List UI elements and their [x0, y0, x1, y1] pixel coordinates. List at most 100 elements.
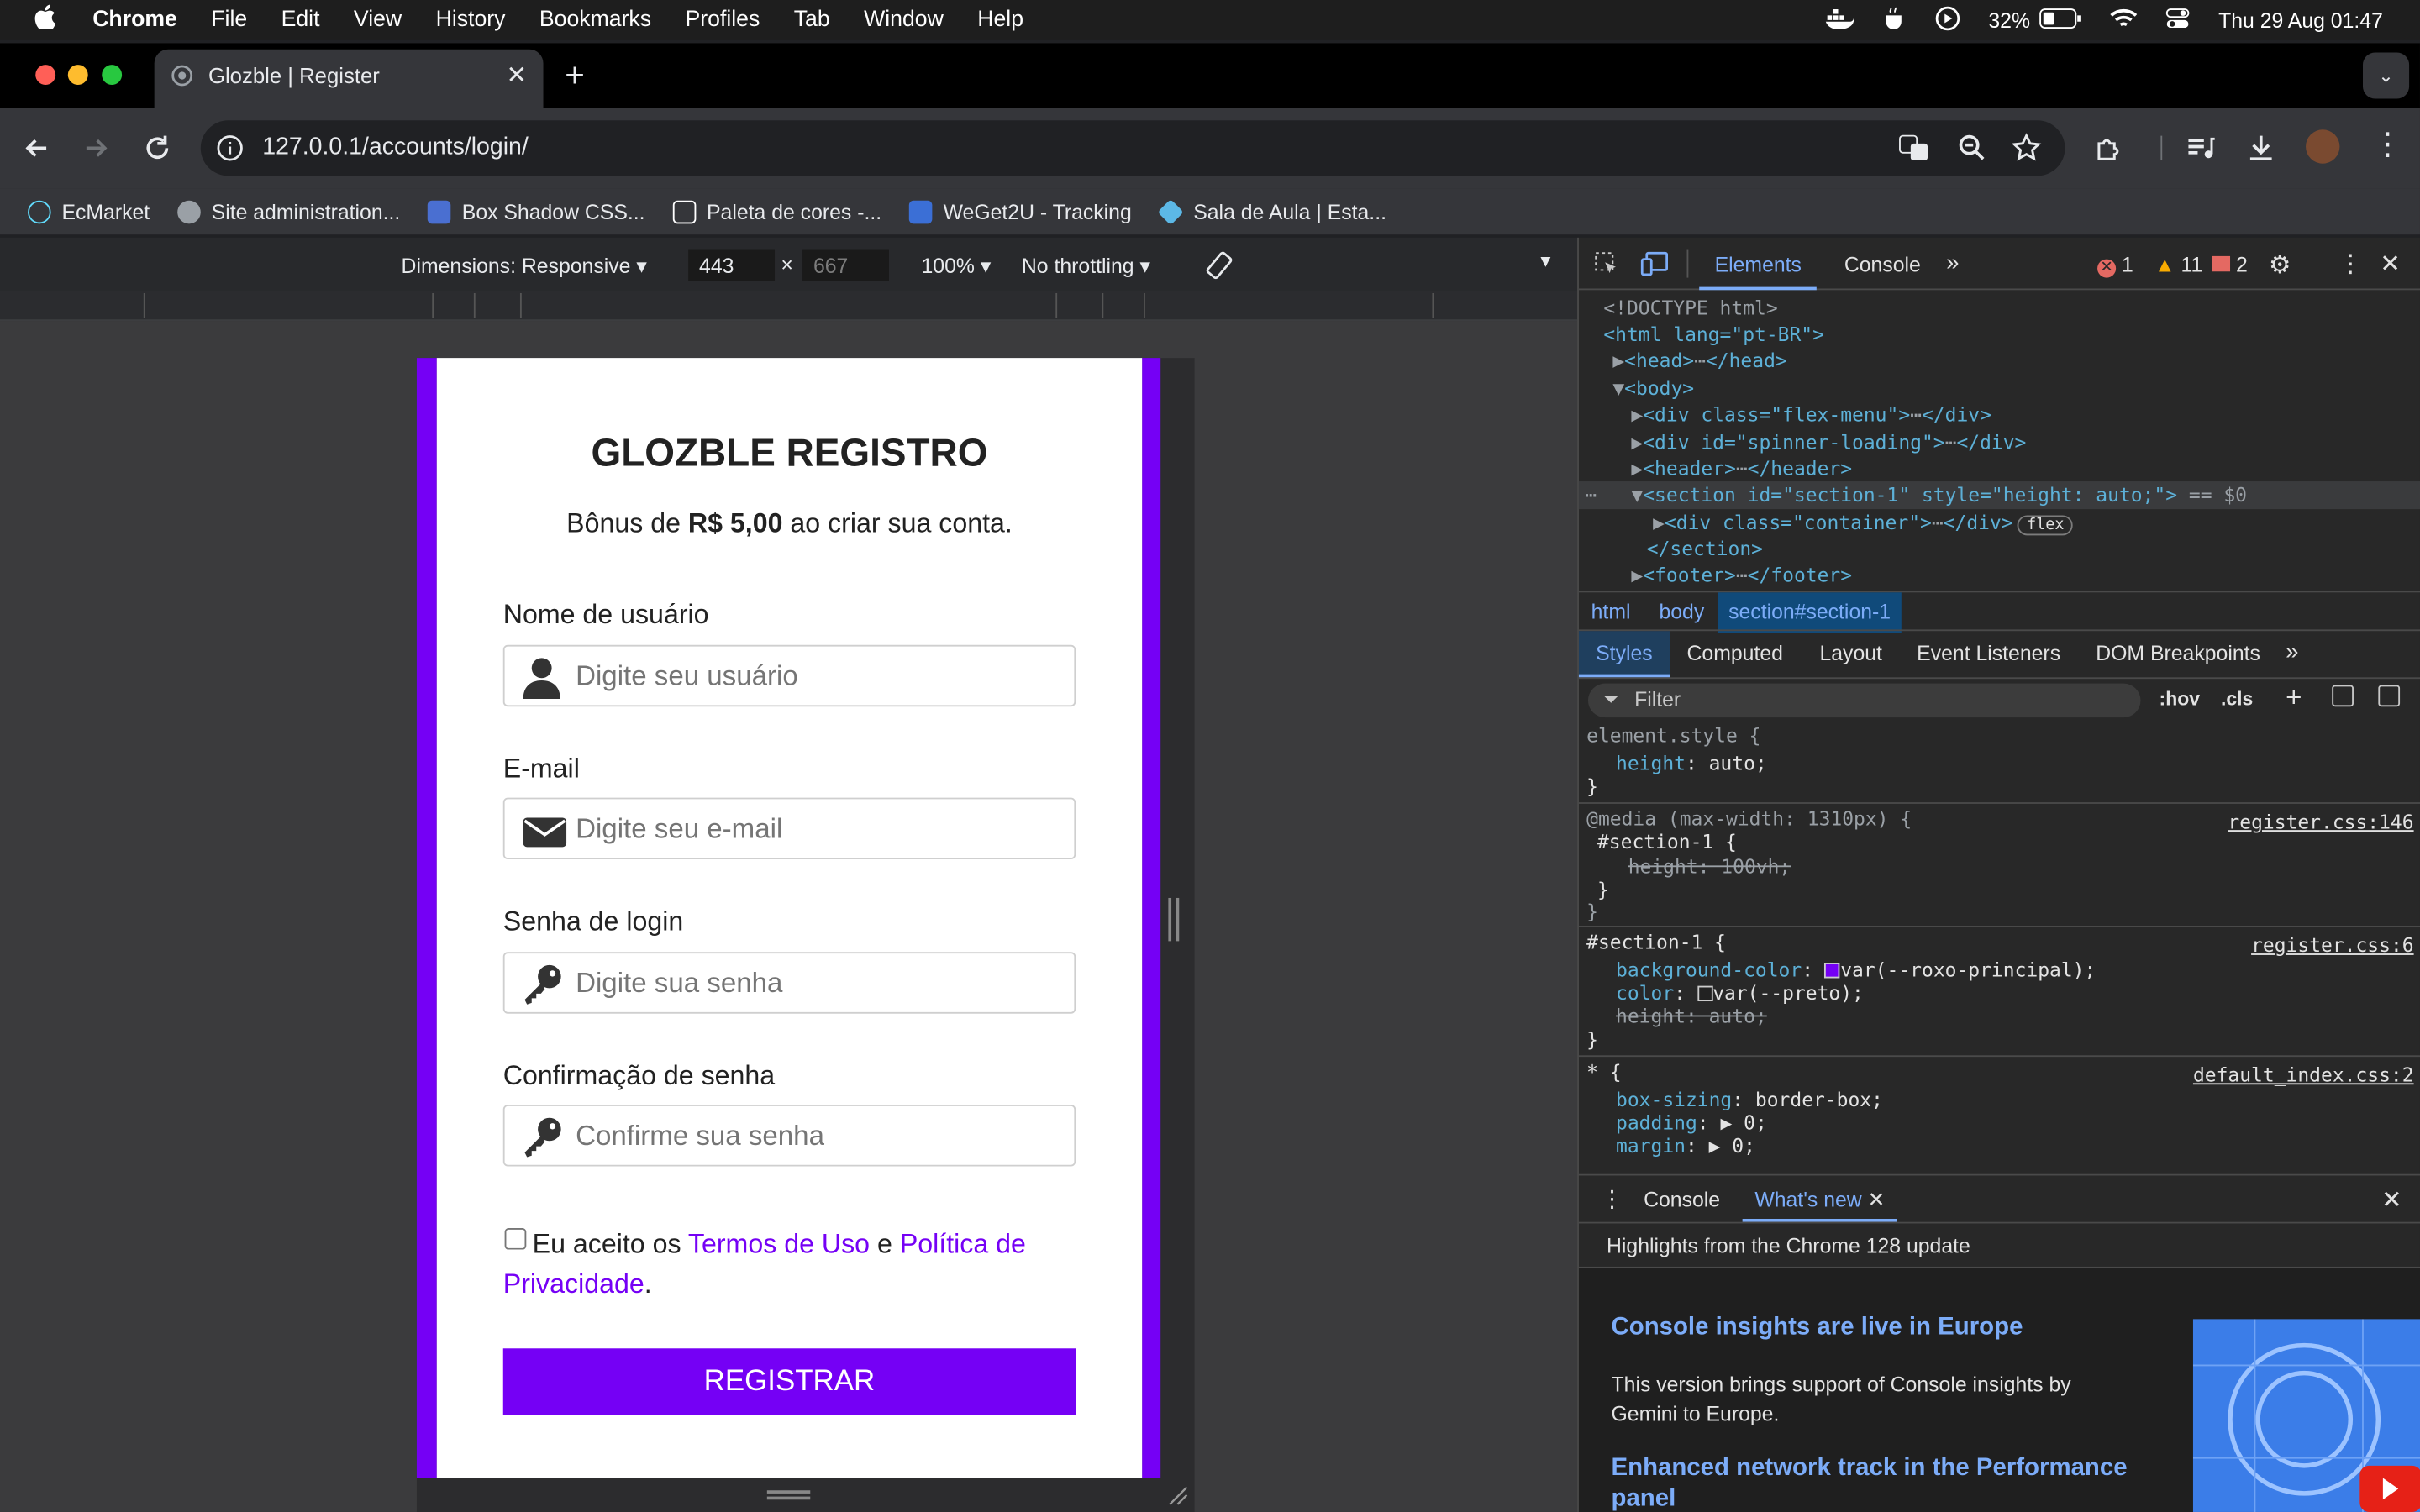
- breadcrumb-html[interactable]: html: [1591, 600, 1631, 623]
- menu-window[interactable]: Window: [864, 8, 944, 32]
- confirm-password-field[interactable]: [502, 1105, 1076, 1167]
- cls-toggle[interactable]: .cls: [2221, 688, 2253, 710]
- color-swatch-black[interactable]: [1697, 985, 1713, 1002]
- device-toggle-icon[interactable]: [1640, 251, 1669, 281]
- warning-count[interactable]: ▲ 11: [2154, 253, 2202, 276]
- rule-color-decl[interactable]: color: var(--preto);: [1616, 981, 1864, 1005]
- tab-console[interactable]: Console: [1844, 253, 1921, 276]
- drawer-tab-whats-new[interactable]: What's new ✕: [1742, 1176, 1898, 1222]
- site-info-icon[interactable]: [216, 134, 244, 170]
- issues-count[interactable]: 2: [2211, 253, 2248, 276]
- breadcrumb-body[interactable]: body: [1659, 600, 1704, 623]
- resize-corner-icon[interactable]: [1167, 1484, 1189, 1512]
- tab-layout[interactable]: Layout: [1819, 642, 1881, 665]
- resize-bottom-handle[interactable]: [766, 1490, 811, 1494]
- more-style-tabs-icon[interactable]: »: [2286, 638, 2298, 664]
- tab-search-chevron-icon[interactable]: ⌄: [2362, 52, 2410, 99]
- more-tabs-icon[interactable]: »: [1946, 250, 1959, 276]
- dom-container-row[interactable]: ▶<div class="container">⋯</div> flex: [1653, 511, 2074, 536]
- bookmark-box-shadow[interactable]: Box Shadow CSS...: [428, 199, 645, 223]
- rule-section-overridden-height[interactable]: height: auto;: [1616, 1005, 1767, 1028]
- row-dots-icon[interactable]: ⋯: [1585, 483, 1597, 507]
- tab-close-icon[interactable]: ✕: [506, 60, 527, 92]
- menu-tab[interactable]: Tab: [794, 8, 830, 32]
- tab-dom-breakpoints[interactable]: DOM Breakpoints: [2096, 642, 2260, 665]
- bookmark-ecmarket[interactable]: EcMarket: [28, 199, 150, 223]
- rule-padding-decl[interactable]: padding: ▶ 0;: [1616, 1110, 1767, 1134]
- download-icon[interactable]: [2245, 133, 2276, 171]
- drawer-tab-console[interactable]: Console: [1644, 1188, 1720, 1211]
- play-icon[interactable]: [1936, 5, 1960, 34]
- new-style-rule-icon[interactable]: +: [2286, 682, 2302, 715]
- username-field[interactable]: [502, 644, 1076, 707]
- bookmark-weget2u[interactable]: WeGet2U - Tracking: [909, 199, 1132, 223]
- minimize-window-button[interactable]: [67, 65, 88, 86]
- computed-sidebar-icon[interactable]: [2378, 685, 2401, 707]
- password-field[interactable]: [502, 952, 1076, 1014]
- devtools-menu-icon[interactable]: ⋮: [2338, 249, 2363, 280]
- dom-header-row[interactable]: ▶<header>⋯</header>: [1631, 457, 1852, 480]
- news-console-insights-link[interactable]: Console insights are live in Europe: [1612, 1315, 2023, 1342]
- back-icon[interactable]: [22, 133, 53, 171]
- resize-right-handle[interactable]: [1168, 897, 1180, 942]
- translate-icon[interactable]: [1898, 133, 1929, 171]
- close-drawer-icon[interactable]: ✕: [2381, 1185, 2402, 1216]
- menu-bookmarks[interactable]: Bookmarks: [539, 8, 651, 32]
- coffee-icon[interactable]: [1883, 5, 1907, 34]
- rule-source-register-146[interactable]: register.css:146: [2228, 810, 2413, 833]
- drawer-menu-icon[interactable]: ⋮: [1601, 1185, 1624, 1212]
- dom-spinner-row[interactable]: ▶<div id="spinner-loading">⋯</div>: [1631, 430, 2026, 454]
- tab-glozble-register[interactable]: Glozble | Register ✕: [154, 49, 544, 112]
- tab-elements[interactable]: Elements: [1699, 238, 1818, 291]
- bookmark-sala-de-aula[interactable]: Sala de Aula | Esta...: [1158, 198, 1386, 225]
- bookmark-paleta-de-cores[interactable]: Paleta de cores -...: [672, 199, 881, 223]
- rule-source-default-index[interactable]: default_index.css:2: [2193, 1063, 2414, 1086]
- rule-box-sizing-decl[interactable]: box-sizing: border-box;: [1616, 1088, 1883, 1111]
- rule-margin-decl[interactable]: margin: ▶ 0;: [1616, 1134, 1755, 1158]
- password-input[interactable]: [576, 953, 1062, 1012]
- element-state-icon[interactable]: [2332, 685, 2354, 707]
- terms-of-use-link[interactable]: Termos de Uso: [688, 1228, 870, 1259]
- username-input[interactable]: [576, 646, 1062, 706]
- email-field[interactable]: [502, 797, 1076, 860]
- hov-toggle[interactable]: :hov: [2160, 688, 2200, 710]
- confirm-password-input[interactable]: [576, 1105, 1062, 1165]
- height-input[interactable]: 667: [802, 249, 889, 281]
- flex-badge[interactable]: flex: [2018, 515, 2074, 536]
- zoom-select[interactable]: 100% ▾: [922, 255, 992, 279]
- dom-section-row[interactable]: ▼<section id="section-1" style="height: …: [1631, 483, 2247, 507]
- close-window-button[interactable]: [35, 65, 56, 86]
- color-swatch-purple[interactable]: [1824, 963, 1841, 979]
- battery-icon[interactable]: [2039, 7, 2082, 33]
- news-network-track-link[interactable]: Enhanced network track in the Performanc…: [1612, 1453, 2167, 1512]
- inspect-element-icon[interactable]: [1594, 251, 1618, 281]
- tab-styles[interactable]: Styles: [1578, 631, 1670, 678]
- expand-shorthand-icon[interactable]: ▶: [1720, 1110, 1732, 1134]
- dom-body-row[interactable]: ▼<body>: [1612, 376, 1694, 400]
- dom-head-row[interactable]: ▶<head>⋯</head>: [1612, 349, 1786, 372]
- menu-history[interactable]: History: [436, 8, 506, 32]
- settings-gear-icon[interactable]: ⚙: [2269, 250, 2291, 281]
- register-button[interactable]: REGISTRAR: [502, 1348, 1076, 1415]
- rule-media-overridden-height[interactable]: height: 100vh;: [1628, 855, 1791, 879]
- menu-app-name[interactable]: Chrome: [92, 8, 177, 32]
- rotate-icon[interactable]: [1204, 250, 1235, 286]
- device-options-icon[interactable]: ▼: [1537, 253, 1554, 271]
- dom-flexmenu-row[interactable]: ▶<div class="flex-menu">⋯</div>: [1631, 402, 1991, 426]
- url-text[interactable]: 127.0.0.1/accounts/login/: [262, 134, 529, 162]
- profile-avatar[interactable]: [2306, 129, 2340, 164]
- menu-profiles[interactable]: Profiles: [685, 8, 760, 32]
- datetime[interactable]: Thu 29 Aug 01:47: [2218, 8, 2383, 32]
- forward-icon[interactable]: [81, 133, 112, 171]
- tab-event-listeners[interactable]: Event Listeners: [1917, 642, 2060, 665]
- menu-edit[interactable]: Edit: [281, 8, 320, 32]
- breadcrumb-section[interactable]: section#section-1: [1718, 592, 1902, 633]
- dom-html[interactable]: <html lang="pt-BR">: [1603, 323, 1824, 346]
- bookmark-star-icon[interactable]: [2011, 133, 2042, 171]
- dom-footer-row[interactable]: ▶<footer>⋯</footer>: [1631, 563, 1852, 586]
- width-input[interactable]: 443: [688, 249, 776, 281]
- reload-icon[interactable]: [142, 133, 173, 171]
- dom-section-close[interactable]: </section>: [1647, 537, 1763, 560]
- rule-element-style-decl[interactable]: height: auto;: [1616, 751, 1767, 774]
- news-thumbnail[interactable]: [2192, 1319, 2420, 1512]
